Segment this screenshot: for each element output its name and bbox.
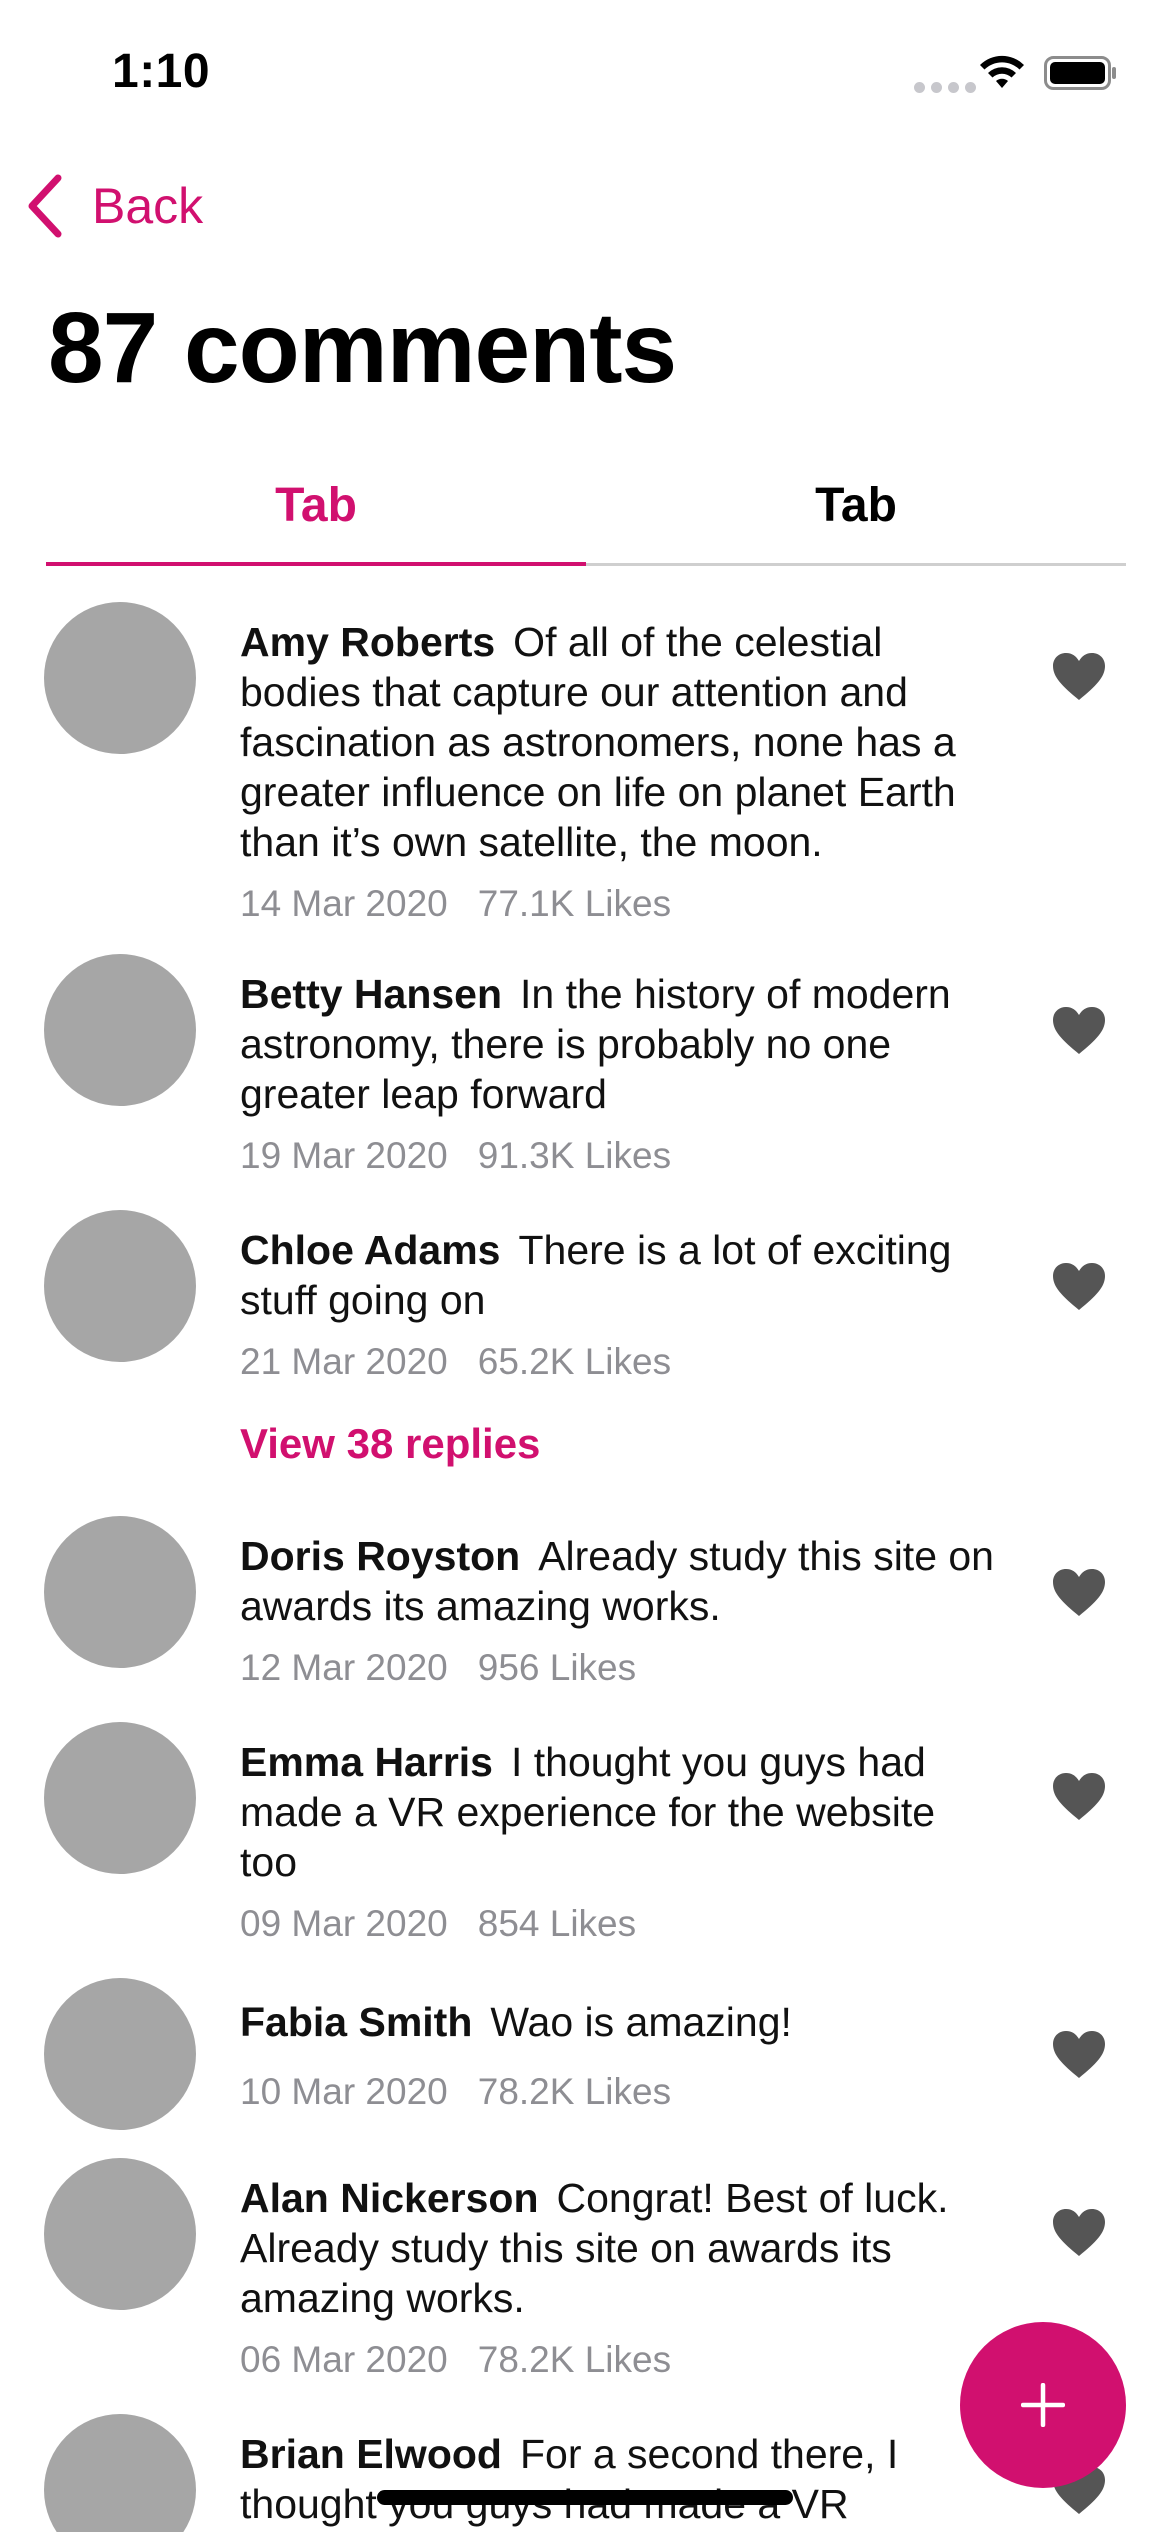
heart-icon[interactable] [1052, 652, 1106, 702]
comment-date: 19 Mar 2020 [240, 1135, 448, 1176]
comment-likes[interactable]: 65.2K Likes [478, 1341, 671, 1382]
comment-likes[interactable]: 956 Likes [478, 1647, 636, 1688]
avatar[interactable] [44, 1516, 196, 1668]
heart-icon[interactable] [1052, 2030, 1106, 2080]
avatar[interactable] [44, 1210, 196, 1362]
comment-author[interactable]: Emma Harris [240, 1739, 493, 1785]
comment-body: Chloe Adams There is a lot of exciting st… [240, 1225, 1000, 1385]
comment-likes[interactable]: 78.2K Likes [478, 2071, 671, 2112]
chevron-left-icon [28, 174, 62, 238]
view-replies-link[interactable]: View 38 replies [240, 1420, 540, 1468]
avatar[interactable] [44, 2158, 196, 2310]
avatar[interactable] [44, 602, 196, 754]
status-time: 1:10 [112, 45, 211, 98]
comment-body: Alan Nickerson Congrat! Best of luck. Alr… [240, 2173, 1000, 2383]
comment-author[interactable]: Doris Royston [240, 1533, 520, 1579]
comment-date: 06 Mar 2020 [240, 2339, 448, 2380]
heart-icon[interactable] [1052, 1568, 1106, 1618]
tab-first[interactable]: Tab [46, 466, 586, 566]
page-title: 87 comments [48, 292, 677, 404]
comment-author[interactable]: Alan Nickerson [240, 2175, 539, 2221]
heart-icon[interactable] [1052, 1262, 1106, 1312]
comment-author[interactable]: Amy Roberts [240, 619, 495, 665]
home-indicator [377, 2490, 793, 2505]
comment-author[interactable]: Chloe Adams [240, 1227, 500, 1273]
heart-icon[interactable] [1052, 1006, 1106, 1056]
avatar[interactable] [44, 2414, 196, 2532]
comment-likes[interactable]: 78.2K Likes [478, 2339, 671, 2380]
comment-body: Emma Harris I thought you guys had made a… [240, 1737, 1000, 1947]
heart-icon[interactable] [1052, 1772, 1106, 1822]
battery-icon [1044, 56, 1116, 90]
comment-author[interactable]: Brian Elwood [240, 2431, 502, 2477]
heart-icon[interactable] [1052, 2208, 1106, 2258]
comment-date: 10 Mar 2020 [240, 2071, 448, 2112]
comment-body: Fabia Smith Wao is amazing! 10 Mar 2020 78… [240, 1997, 1000, 2115]
comment-date: 09 Mar 2020 [240, 1903, 448, 1944]
comment-likes[interactable]: 854 Likes [478, 1903, 636, 1944]
comment-text: Wao is amazing! [490, 1999, 792, 2045]
status-bar: 1:10 [0, 0, 1170, 150]
back-label: Back [92, 178, 204, 234]
wifi-icon [980, 55, 1024, 88]
tab-second[interactable]: Tab [586, 466, 1126, 563]
comment-author[interactable]: Betty Hansen [240, 971, 502, 1017]
comment-author[interactable]: Fabia Smith [240, 1999, 472, 2045]
comment-date: 21 Mar 2020 [240, 1341, 448, 1382]
comment-body: Betty Hansen In the history of modern ast… [240, 969, 1000, 1179]
cellular-signal-icon [914, 82, 976, 93]
avatar[interactable] [44, 954, 196, 1106]
add-comment-button[interactable] [960, 2322, 1126, 2488]
comment-date: 12 Mar 2020 [240, 1647, 448, 1688]
comment-body: Brian Elwood For a second there, I though… [240, 2429, 1000, 2529]
plus-icon [1021, 2383, 1065, 2427]
comment-likes[interactable]: 77.1K Likes [478, 883, 671, 924]
avatar[interactable] [44, 1722, 196, 1874]
comment-body: Doris Royston Already study this site on … [240, 1531, 1000, 1691]
comment-body: Amy Roberts Of all of the celestial bodie… [240, 617, 1000, 927]
avatar[interactable] [44, 1978, 196, 2130]
comment-date: 14 Mar 2020 [240, 883, 448, 924]
tab-bar: Tab Tab [46, 466, 1126, 566]
comment-likes[interactable]: 91.3K Likes [478, 1135, 671, 1176]
back-button[interactable]: Back [24, 170, 203, 242]
